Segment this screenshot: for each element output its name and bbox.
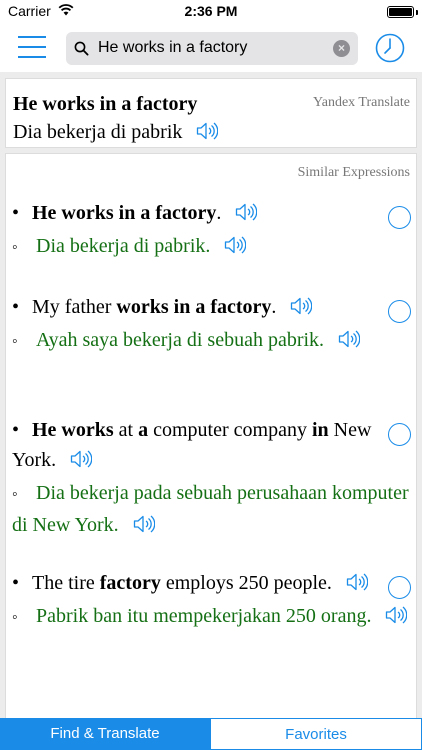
target-text: Dia bekerja pada sebuah perusahaan kompu… — [12, 482, 409, 536]
bullet: • — [12, 572, 20, 594]
tab-find-translate[interactable]: Find & Translate — [0, 718, 210, 750]
speaker-icon[interactable] — [385, 604, 408, 634]
expression-target: ◦ Ayah saya bekerja di sebuah pabrik. — [12, 325, 412, 358]
nav-bar: × — [0, 24, 422, 72]
translation-source: He works in a factory — [13, 93, 198, 115]
source-bold-fragment: He works in a factory — [32, 202, 217, 224]
speaker-icon[interactable] — [338, 328, 361, 358]
select-circle-button[interactable] — [388, 300, 411, 323]
select-circle-button[interactable] — [388, 206, 411, 229]
source-bold-fragment: a — [138, 419, 149, 441]
source-fragment: employs 250 people. — [160, 572, 332, 594]
target-text: Ayah saya bekerja di sebuah pabrik. — [36, 329, 325, 351]
expression-target: ◦ Dia bekerja pada sebuah perusahaan komp… — [12, 478, 412, 543]
circle-bullet: ◦ — [12, 486, 18, 503]
search-input[interactable] — [98, 39, 328, 57]
select-circle-button[interactable] — [388, 423, 411, 446]
speaker-icon[interactable] — [224, 234, 247, 264]
search-bar[interactable]: × — [66, 32, 358, 65]
source-fragment: My father — [32, 296, 117, 318]
main-content: He works in a factory Yandex Translate D… — [0, 72, 422, 733]
translation-card: He works in a factory Yandex Translate D… — [5, 78, 417, 148]
source-fragment: . — [216, 202, 222, 224]
similar-expressions-header: Similar Expressions — [297, 165, 410, 180]
target-text: Pabrik ban itu mempekerjakan 250 orang. — [36, 605, 372, 627]
similar-expressions-card: Similar Expressions • He works in a facto… — [5, 153, 417, 733]
expression-item: • The tire factory employs 250 people. ◦ P… — [12, 568, 412, 634]
battery-icon — [387, 6, 414, 18]
expression-item: • He works in a factory. ◦ Dia bekerja di … — [12, 198, 412, 264]
translation-engine: Yandex Translate — [313, 95, 410, 110]
circle-bullet: ◦ — [12, 609, 18, 626]
speaker-icon[interactable] — [346, 571, 369, 601]
speaker-icon[interactable] — [196, 121, 219, 147]
expression-item: • He works at a computer company in New Y… — [12, 415, 412, 543]
bullet: • — [12, 202, 20, 224]
bullet: • — [12, 296, 20, 318]
source-bold-fragment: factory — [99, 572, 161, 594]
translation-target: Dia bekerja di pabrik — [13, 121, 219, 147]
circle-bullet: ◦ — [12, 239, 18, 256]
source-bold-fragment: in — [311, 419, 329, 441]
speaker-icon[interactable] — [70, 448, 93, 478]
source-text: He works at a computer company in New Yo… — [12, 419, 371, 471]
source-text: My father works in a factory. — [32, 296, 276, 318]
expression-source: • He works in a factory. — [12, 198, 412, 231]
speaker-icon[interactable] — [133, 513, 155, 543]
source-bold-fragment: He works — [32, 419, 114, 441]
speaker-icon[interactable] — [290, 295, 313, 325]
clear-icon[interactable]: × — [333, 40, 350, 57]
source-text: He works in a factory. — [32, 202, 221, 224]
expression-item: • My father works in a factory. ◦ Ayah say… — [12, 292, 412, 358]
expression-target: ◦ Dia bekerja di pabrik. — [12, 231, 412, 264]
tab-favorites[interactable]: Favorites — [210, 718, 422, 750]
speaker-icon[interactable] — [235, 201, 258, 231]
expression-source: • He works at a computer company in New Y… — [12, 415, 412, 478]
select-circle-button[interactable] — [388, 576, 411, 599]
clock-icon[interactable] — [374, 32, 406, 64]
source-fragment: computer company — [148, 419, 312, 441]
expression-source: • The tire factory employs 250 people. — [12, 568, 412, 601]
search-icon — [74, 41, 89, 56]
status-bar: Carrier 2:36 PM — [0, 0, 422, 24]
translation-target-text: Dia bekerja di pabrik — [13, 121, 183, 143]
expression-source: • My father works in a factory. — [12, 292, 412, 325]
target-text: Dia bekerja di pabrik. — [36, 235, 211, 257]
expression-target: ◦ Pabrik ban itu mempekerjakan 250 orang. — [12, 601, 412, 634]
battery-tip — [416, 10, 418, 15]
source-fragment: . — [271, 296, 277, 318]
status-time: 2:36 PM — [184, 3, 238, 19]
source-bold-fragment: works in a factory — [116, 296, 272, 318]
menu-icon[interactable] — [18, 36, 46, 60]
bullet: • — [12, 419, 20, 441]
tab-bar: Find & Translate Favorites — [0, 718, 422, 750]
source-fragment: The tire — [32, 572, 100, 594]
circle-bullet: ◦ — [12, 333, 18, 350]
source-fragment: at — [113, 419, 139, 441]
source-text: The tire factory employs 250 people. — [32, 572, 332, 594]
